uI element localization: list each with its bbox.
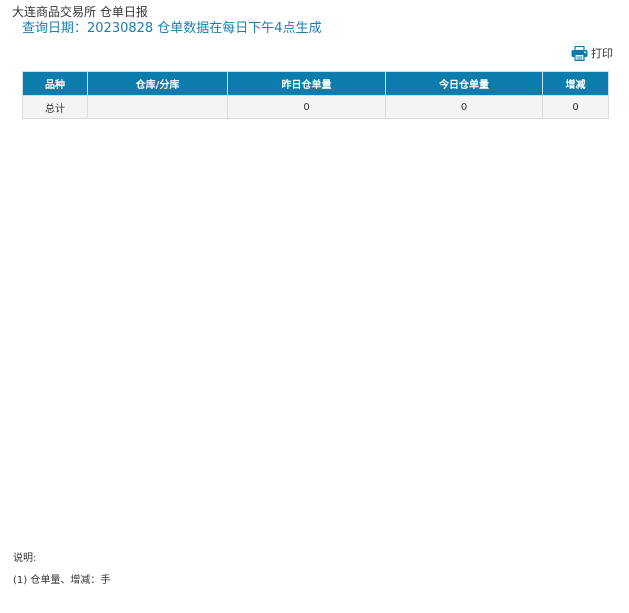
print-button[interactable]: 打印 — [571, 45, 613, 61]
cell-today-qty: 0 — [385, 95, 543, 119]
print-label: 打印 — [591, 47, 613, 60]
cell-change: 0 — [542, 95, 609, 119]
column-header-today-qty: 今日仓单量 — [385, 71, 543, 96]
notes-section: 说明: (1) 仓单量、增减：手 — [13, 552, 110, 588]
query-date-label: 查询日期：20230828 仓单数据在每日下午4点生成 — [22, 21, 322, 36]
table-header-row: 品种 仓库/分库 昨日仓单量 今日仓单量 增减 — [22, 71, 609, 96]
cell-variety: 总计 — [22, 95, 88, 119]
table-row: 总计 0 0 0 — [22, 95, 609, 119]
column-header-warehouse: 仓库/分库 — [87, 71, 228, 96]
page-title: 大连商品交易所 仓单日报 — [12, 5, 148, 19]
warehouse-receipt-table: 品种 仓库/分库 昨日仓单量 今日仓单量 增减 总计 0 0 0 — [22, 71, 609, 119]
column-header-change: 增减 — [542, 71, 609, 96]
cell-yesterday-qty: 0 — [227, 95, 386, 119]
note-item: (1) 仓单量、增减：手 — [13, 575, 111, 586]
cell-warehouse — [87, 95, 228, 119]
column-header-variety: 品种 — [22, 71, 88, 96]
column-header-yesterday-qty: 昨日仓单量 — [227, 71, 386, 96]
printer-icon — [571, 45, 588, 61]
notes-heading: 说明: — [13, 553, 37, 564]
